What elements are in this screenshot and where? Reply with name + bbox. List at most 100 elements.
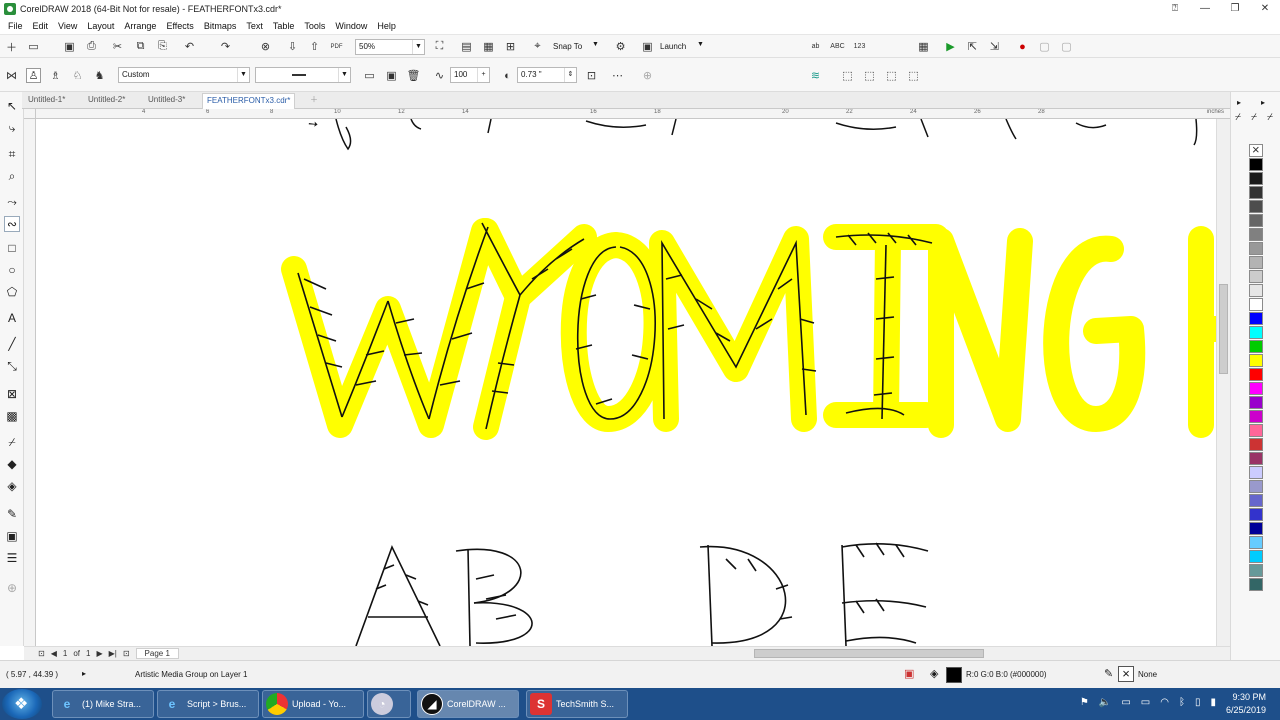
smoothing-field[interactable]: 100 + [450,67,490,83]
options-gear-icon[interactable]: ⚙ [613,39,628,54]
horizontal-scroll-thumb[interactable] [754,649,984,658]
show-grid-icon[interactable]: ▦ [481,39,496,54]
mirror-icon[interactable]: ⋈ [4,68,19,83]
color-proofing-icon[interactable]: ▣ [904,667,914,680]
color-swatch[interactable] [1249,410,1263,423]
last-page-icon[interactable]: ▶| [109,649,117,658]
snap-to-dropdown[interactable]: Snap To [553,42,582,51]
wrap-text-icon[interactable]: ≋ [808,68,823,83]
color-swatch[interactable] [1249,340,1263,353]
color-swatch[interactable] [1249,424,1263,437]
color-swatch[interactable] [1249,214,1263,227]
eyedropper-icon[interactable]: ⌿ [1267,112,1273,123]
color-swatch[interactable] [1249,172,1263,185]
brush-icon[interactable]: ♗ [48,68,63,83]
save-icon[interactable]: ▣ [62,39,77,54]
menu-window[interactable]: Window [335,21,367,31]
search-content-icon[interactable]: ⊗ [258,39,273,54]
launch-icon[interactable]: ▣ [640,39,655,54]
taskbar-item-techsmith[interactable]: S TechSmith S... [526,690,628,718]
taskbar-item-ie-1[interactable]: e (1) Mike Stra... [52,690,154,718]
smart-fill-tool-icon[interactable]: ◈ [4,478,20,494]
outline-pen-icon[interactable]: ✎ [4,506,20,522]
export-image-icon[interactable]: ⇱ [965,39,980,54]
numbers-icon[interactable]: 123 [852,39,867,54]
color-swatch[interactable] [1249,494,1263,507]
customize-add-icon[interactable]: ⊕ [4,580,20,596]
color-swatch[interactable] [1249,326,1263,339]
pick-tool-icon[interactable]: ↖ [4,98,20,114]
menu-edit[interactable]: Edit [33,21,49,31]
record-icon[interactable]: ● [1015,39,1030,54]
export-icon[interactable]: ⇧ [307,39,322,54]
print-icon[interactable]: ⎙ [84,39,99,54]
color-swatch[interactable] [1249,382,1263,395]
delete-icon[interactable]: 🗑 [406,68,421,83]
zoom-tool-icon[interactable]: ⌕ [4,168,20,184]
fill-icon[interactable]: ◈ [930,667,938,680]
color-swatch[interactable] [1249,396,1263,409]
color-swatch[interactable] [1249,438,1263,451]
color-swatch[interactable] [1249,452,1263,465]
preset-brush-icon[interactable]: ♙ [26,68,41,83]
menu-effects[interactable]: Effects [166,21,193,31]
eyedropper-icon[interactable]: ⌿ [1251,112,1257,123]
palette-arrow-icon[interactable]: ▸ [1237,98,1241,107]
paste-icon[interactable]: ⎘ [155,39,170,54]
sprayer-icon[interactable]: ♘ [70,68,85,83]
zoom-level-dropdown[interactable]: 50% ▼ [355,39,425,55]
launch-dropdown[interactable]: Launch [660,42,686,51]
text-properties-icon[interactable]: ab [808,39,823,54]
color-swatch[interactable] [1249,158,1263,171]
color-swatch[interactable] [1249,284,1263,297]
dimension-tool-icon[interactable]: ╱ [4,336,20,352]
spell-check-icon[interactable]: ABC [830,39,845,54]
tab-untitled-2[interactable]: Untitled-2* [84,93,129,109]
import-icon[interactable]: ⇩ [285,39,300,54]
taskbar-item-coreldraw[interactable]: ◢ CorelDRAW ... [417,690,519,718]
stroke-width-field[interactable]: 0.73 " ⇕ [517,67,577,83]
vertical-scroll-thumb[interactable] [1219,284,1228,374]
bluetooth-icon[interactable]: ᛒ [1179,697,1185,708]
outline-none-icon[interactable]: × [1118,666,1134,682]
first-page-icon[interactable]: ⊡ [38,649,45,658]
taskbar-item-ie-2[interactable]: e Script > Brus... [157,690,259,718]
transparency-tool-icon[interactable]: ▩ [4,408,20,424]
taskbar-clock[interactable]: 9:30 PM 6/25/2019 [1226,691,1266,717]
menu-view[interactable]: View [58,21,77,31]
crop-tool-icon[interactable]: ⌗ [4,146,20,162]
no-color-swatch[interactable] [1249,142,1263,157]
menu-table[interactable]: Table [273,21,295,31]
horizontal-ruler[interactable]: 4 6 8 10 12 14 16 18 20 22 24 26 28 inch… [36,109,1230,119]
horizontal-scrollbar[interactable] [24,646,1230,660]
play-icon[interactable]: ▶ [943,39,958,54]
eyedropper-tool-icon[interactable]: ⌿ [4,434,20,450]
snap-to-icon[interactable]: ⌖ [530,39,545,54]
color-swatch[interactable] [1249,522,1263,535]
color-icon[interactable]: ▣ [4,528,20,544]
redo-icon[interactable]: ↷ [218,39,233,54]
tab-featherfont[interactable]: FEATHERFONTx3.cdr* [202,93,296,109]
color-swatch[interactable] [1249,536,1263,549]
fill-tool-icon[interactable]: ◆ [4,456,20,472]
help-icon[interactable]: ⍰ [1160,0,1190,18]
color-swatch[interactable] [1249,200,1263,213]
new-tab-plus-icon[interactable]: ＋ [306,93,322,109]
network-icon[interactable]: ▭ [1141,697,1150,708]
color-swatch[interactable] [1249,466,1263,479]
browse-folder-icon[interactable]: ▭ [362,68,377,83]
open-icon[interactable]: ▭ [26,39,41,54]
undo-icon[interactable]: ↶ [182,39,197,54]
fill-color-swatch[interactable] [946,667,962,683]
cut-icon[interactable]: ✂ [110,39,125,54]
palette-arrow-icon[interactable]: ▸ [1261,98,1265,107]
power-icon[interactable]: ▯ [1195,697,1201,708]
color-swatch[interactable] [1249,242,1263,255]
transform-icon[interactable]: ⇲ [987,39,1002,54]
freehand-tool-icon[interactable]: ⤳ [4,194,20,210]
color-swatch[interactable] [1249,508,1263,521]
status-arrow-icon[interactable]: ▸ [82,669,86,678]
ellipse-tool-icon[interactable]: ○ [4,262,20,278]
rectangle-tool-icon[interactable]: □ [4,240,20,256]
artistic-media-tool-icon[interactable]: ∾ [4,216,20,232]
